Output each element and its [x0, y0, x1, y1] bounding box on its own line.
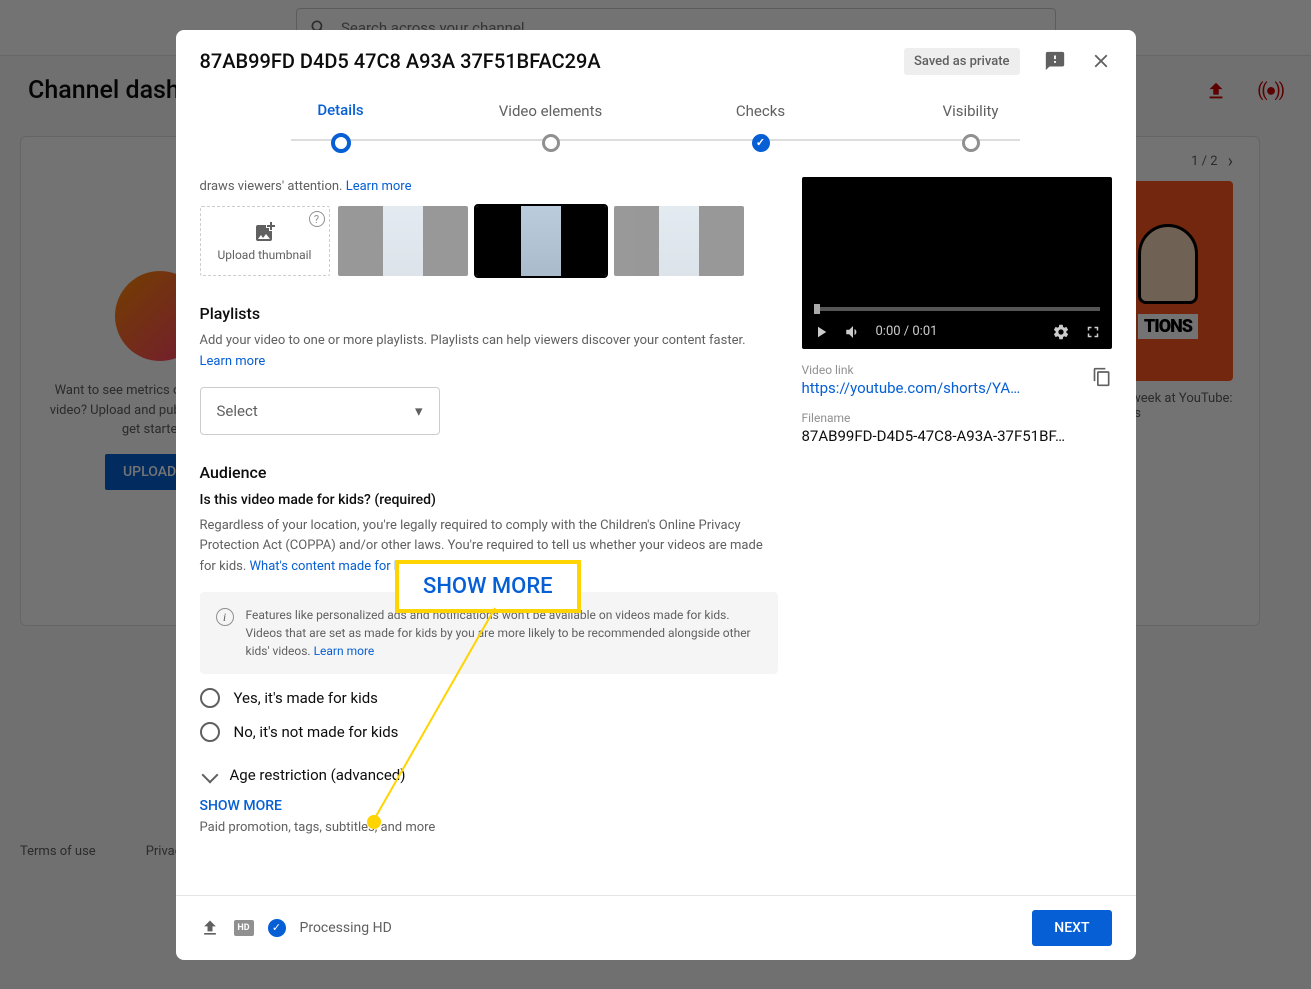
learn-more-link[interactable]: Learn more [346, 179, 412, 194]
next-button[interactable]: NEXT [1032, 910, 1111, 946]
video-time: 0:00 / 0:01 [876, 324, 938, 339]
video-preview[interactable]: 0:00 / 0:01 [802, 177, 1112, 349]
select-label: Select [217, 402, 258, 420]
radio-label: Yes, it's made for kids [234, 689, 378, 707]
radio-label: No, it's not made for kids [234, 723, 399, 741]
filename-value: 87AB99FD-D4D5-47C8-A93A-37F51BF… [802, 427, 1112, 445]
audience-heading: Audience [200, 463, 778, 482]
upload-status-icon [200, 918, 220, 938]
thumbnail-option-2[interactable] [476, 206, 606, 276]
play-icon[interactable] [812, 323, 830, 341]
learn-more-link[interactable]: Learn more [314, 644, 375, 658]
processing-status: Processing HD [300, 920, 1019, 936]
close-icon[interactable] [1090, 50, 1112, 72]
kids-content-link[interactable]: What's content made for kids? [250, 559, 424, 574]
chevron-down-icon: ▾ [415, 402, 423, 420]
radio-icon [200, 722, 220, 742]
age-restriction-label: Age restriction (advanced) [230, 766, 406, 784]
chevron-down-icon [201, 766, 218, 783]
audience-question: Is this video made for kids? (required) [200, 492, 778, 508]
radio-made-for-kids[interactable]: Yes, it's made for kids [200, 688, 778, 708]
upload-dialog: 87AB99FD D4D5 47C8 A93A 37F51BFAC29A Sav… [176, 30, 1136, 960]
show-more-subtitle: Paid promotion, tags, subtitles, and mor… [200, 820, 778, 835]
show-more-button[interactable]: SHOW MORE [200, 798, 778, 814]
radio-not-for-kids[interactable]: No, it's not made for kids [200, 722, 778, 742]
step-details[interactable]: Details [236, 101, 446, 153]
fullscreen-icon[interactable] [1084, 323, 1102, 341]
step-checks[interactable]: Checks [656, 102, 866, 152]
upload-thumbnail-button[interactable]: ? Upload thumbnail [200, 206, 330, 276]
filename-meta: Filename 87AB99FD-D4D5-47C8-A93A-37F51BF… [802, 411, 1112, 445]
progress-bar[interactable] [814, 307, 1100, 311]
thumbnail-option-3[interactable] [614, 206, 744, 276]
learn-more-link[interactable]: Learn more [200, 354, 266, 369]
settings-icon[interactable] [1052, 323, 1070, 341]
filename-label: Filename [802, 411, 1112, 425]
dialog-header: 87AB99FD D4D5 47C8 A93A 37F51BFAC29A Sav… [176, 30, 1136, 93]
feedback-icon[interactable] [1044, 50, 1066, 72]
volume-icon[interactable] [844, 323, 862, 341]
help-icon[interactable]: ? [309, 211, 325, 227]
save-status-badge: Saved as private [904, 48, 1019, 75]
hd-badge: HD [234, 920, 254, 936]
playlists-desc: Add your video to one or more playlists.… [200, 331, 778, 373]
info-icon: i [216, 608, 234, 626]
copy-icon[interactable] [1092, 367, 1112, 387]
step-visibility[interactable]: Visibility [866, 102, 1076, 152]
thumbnail-desc-truncated: draws viewers' attention. Learn more [200, 177, 778, 197]
audience-desc: Regardless of your location, you're lega… [200, 516, 778, 578]
dialog-body: draws viewers' attention. Learn more ? U… [176, 177, 1136, 895]
upload-thumb-label: Upload thumbnail [218, 248, 312, 262]
radio-icon [200, 688, 220, 708]
kids-info-box: i Features like personalized ads and not… [200, 592, 778, 674]
thumbnail-option-1[interactable] [338, 206, 468, 276]
video-link-label: Video link [802, 363, 1112, 377]
thumbnail-row: ? Upload thumbnail [200, 206, 778, 276]
age-restriction-toggle[interactable]: Age restriction (advanced) [200, 766, 778, 784]
dialog-footer: HD ✓ Processing HD NEXT [176, 895, 1136, 960]
playlists-heading: Playlists [200, 304, 778, 323]
check-icon: ✓ [268, 919, 286, 937]
playlists-select[interactable]: Select ▾ [200, 387, 440, 435]
step-video-elements[interactable]: Video elements [446, 102, 656, 152]
stepper: Details Video elements Checks Visibility [176, 93, 1136, 177]
video-link-value[interactable]: https://youtube.com/shorts/YA… [802, 379, 1112, 397]
add-image-icon [253, 220, 277, 244]
video-link-meta: Video link https://youtube.com/shorts/YA… [802, 363, 1112, 397]
modal-overlay: 87AB99FD D4D5 47C8 A93A 37F51BFAC29A Sav… [0, 0, 1311, 989]
dialog-title: 87AB99FD D4D5 47C8 A93A 37F51BFAC29A [200, 49, 893, 73]
